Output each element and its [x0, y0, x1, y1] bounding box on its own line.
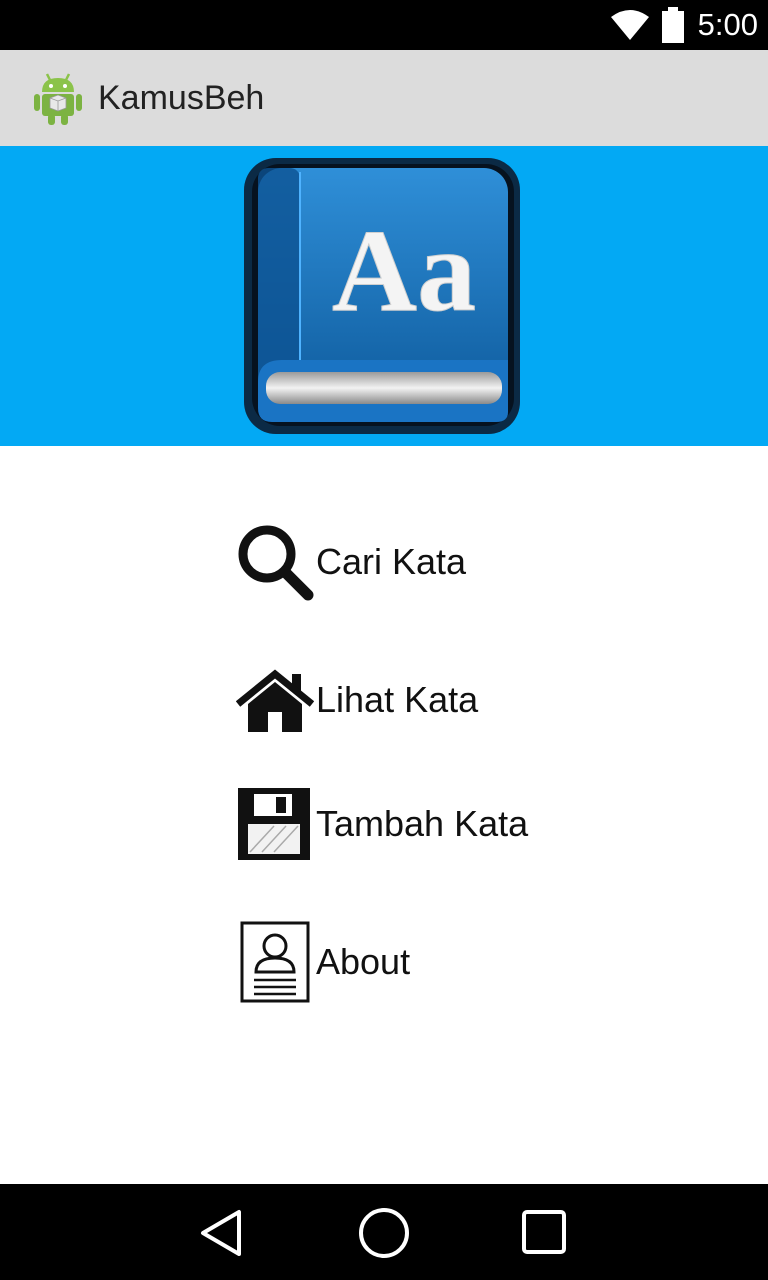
status-icons: 5:00 [610, 0, 758, 50]
header-banner: Aa [0, 146, 768, 446]
battery-icon [661, 7, 684, 43]
menu-label: Lihat Kata [316, 679, 479, 720]
menu-label: Tambah Kata [316, 803, 529, 844]
floppy-disk-icon [238, 788, 310, 860]
action-bar: KamusBeh [0, 50, 768, 146]
clock: 5:00 [697, 7, 758, 42]
menu-item-tambah-kata[interactable]: Tambah Kata [236, 784, 528, 864]
menu-label: About [316, 941, 411, 982]
house-icon [236, 669, 314, 732]
app-title: KamusBeh [98, 79, 265, 117]
menu-item-cari-kata[interactable]: Cari Kata [236, 522, 466, 602]
profile-card-icon [240, 921, 310, 1003]
home-icon[interactable] [354, 1202, 414, 1262]
menu-item-about[interactable]: About [236, 921, 411, 1003]
navigation-bar [0, 1184, 768, 1280]
android-icon [34, 73, 82, 125]
menu-item-lihat-kata[interactable]: Lihat Kata [236, 660, 478, 740]
wifi-icon [610, 10, 649, 40]
dictionary-book-icon: Aa [244, 158, 520, 434]
menu-label: Cari Kata [316, 541, 467, 582]
recents-icon[interactable] [514, 1202, 574, 1262]
logo-text: Aa [332, 205, 476, 336]
status-bar: 5:00 [0, 0, 768, 50]
back-icon[interactable] [193, 1202, 253, 1262]
magnifier-icon [238, 525, 314, 601]
